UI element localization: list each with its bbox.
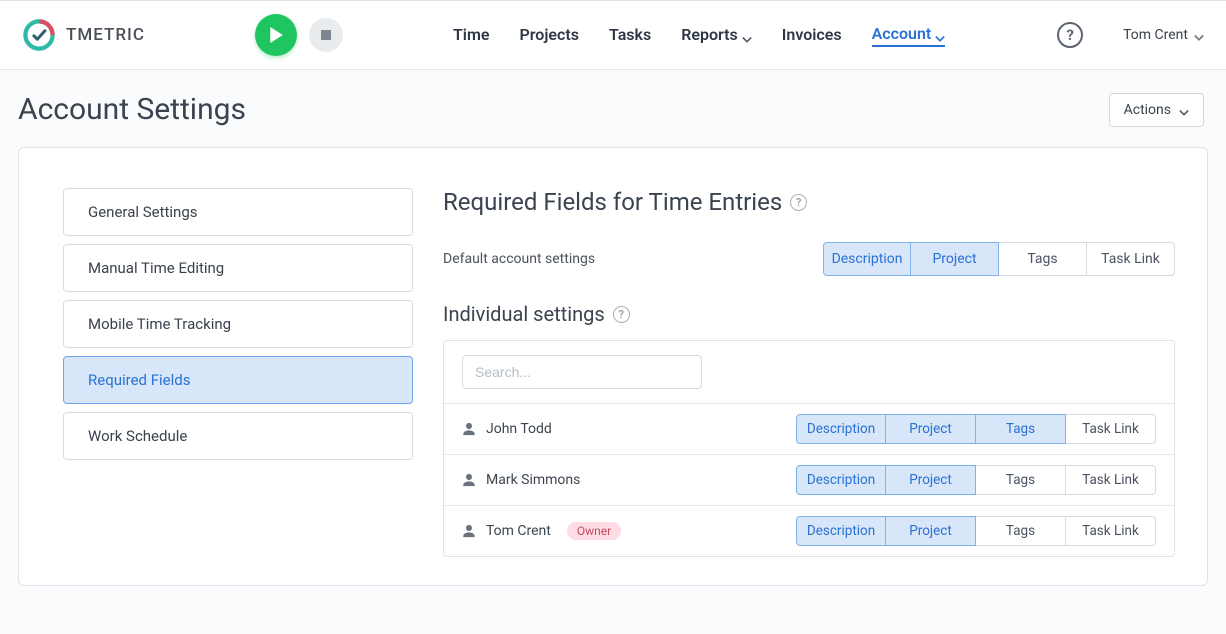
nav-time[interactable]: Time <box>453 25 490 46</box>
sidebar-item-required-fields[interactable]: Required Fields <box>63 356 413 404</box>
chevron-down-icon <box>1194 30 1204 40</box>
stop-timer-button[interactable] <box>309 18 343 52</box>
member-toggle-group: DescriptionProjectTagsTask Link <box>796 414 1156 444</box>
nav-label: Account <box>872 24 932 43</box>
member-name: John Todd <box>486 421 552 437</box>
toggle-project[interactable]: Project <box>886 516 976 546</box>
nav-label: Reports <box>681 25 738 44</box>
start-timer-button[interactable] <box>255 14 297 56</box>
stop-icon <box>321 30 331 40</box>
default-settings-label: Default account settings <box>443 251 595 267</box>
toggle-tags[interactable]: Tags <box>976 516 1066 546</box>
toggle-project[interactable]: Project <box>886 414 976 444</box>
nav-projects[interactable]: Projects <box>519 25 579 46</box>
nav-account[interactable]: Account <box>872 24 946 47</box>
play-icon <box>269 27 283 43</box>
member-toggle-group: DescriptionProjectTagsTask Link <box>796 516 1156 546</box>
sidebar-item-label: General Settings <box>88 203 198 221</box>
default-toggle-group: DescriptionProjectTagsTask Link <box>823 242 1175 276</box>
search-row <box>444 341 1174 403</box>
chevron-down-icon <box>1179 105 1189 115</box>
sidebar-item-general-settings[interactable]: General Settings <box>63 188 413 236</box>
individual-title-text: Individual settings <box>443 302 605 326</box>
member-row: John Todd DescriptionProjectTagsTask Link <box>444 403 1174 454</box>
settings-card: General Settings Manual Time Editing Mob… <box>18 147 1208 586</box>
member-user: Tom Crent Owner <box>462 522 621 540</box>
help-tooltip-icon[interactable]: ? <box>790 194 807 211</box>
page-title: Account Settings <box>18 92 246 127</box>
user-icon <box>462 524 476 538</box>
user-icon <box>462 473 476 487</box>
nav-label: Tasks <box>609 25 651 44</box>
member-user: Mark Simmons <box>462 472 580 488</box>
toggle-tasklink[interactable]: Task Link <box>1066 465 1156 495</box>
nav-tasks[interactable]: Tasks <box>609 25 651 46</box>
brand-name: TMETRIC <box>66 25 145 45</box>
nav-label: Time <box>453 25 490 44</box>
nav-reports[interactable]: Reports <box>681 25 752 46</box>
sidebar-item-work-schedule[interactable]: Work Schedule <box>63 412 413 460</box>
main-nav: Time Projects Tasks Reports Invoices Acc… <box>453 24 945 47</box>
settings-main: Required Fields for Time Entries ? Defau… <box>443 188 1175 557</box>
toggle-tags[interactable]: Tags <box>976 465 1066 495</box>
sidebar-item-label: Manual Time Editing <box>88 259 224 277</box>
member-user: John Todd <box>462 421 552 437</box>
sidebar-item-mobile-time-tracking[interactable]: Mobile Time Tracking <box>63 300 413 348</box>
brand-logo-icon <box>22 18 56 52</box>
sidebar-item-manual-time-editing[interactable]: Manual Time Editing <box>63 244 413 292</box>
toggle-description[interactable]: Description <box>796 414 886 444</box>
user-menu[interactable]: Tom Crent <box>1123 27 1204 43</box>
toggle-tasklink[interactable]: Task Link <box>1066 414 1156 444</box>
chevron-down-icon <box>742 29 752 39</box>
actions-button[interactable]: Actions <box>1109 93 1204 127</box>
sidebar-item-label: Required Fields <box>88 371 190 389</box>
member-toggle-group: DescriptionProjectTagsTask Link <box>796 465 1156 495</box>
timer-controls <box>255 14 343 56</box>
toggle-description[interactable]: Description <box>823 242 911 276</box>
toggle-project[interactable]: Project <box>886 465 976 495</box>
individual-section-title: Individual settings ? <box>443 302 1175 326</box>
individual-settings-table: John ToddDescriptionProjectTagsTask Link… <box>443 340 1175 557</box>
member-row: Mark Simmons DescriptionProjectTagsTask L… <box>444 454 1174 505</box>
sidebar-item-label: Work Schedule <box>88 427 187 445</box>
default-settings-row: Default account settings DescriptionProj… <box>443 242 1175 276</box>
user-name: Tom Crent <box>1123 27 1188 43</box>
help-icon[interactable]: ? <box>1057 22 1083 48</box>
toggle-tags[interactable]: Tags <box>976 414 1066 444</box>
toggle-tasklink[interactable]: Task Link <box>1066 516 1156 546</box>
toggle-description[interactable]: Description <box>796 516 886 546</box>
top-bar: TMETRIC Time Projects Tasks Reports Invo… <box>0 0 1226 70</box>
settings-sidebar: General Settings Manual Time Editing Mob… <box>63 188 413 557</box>
toggle-tags[interactable]: Tags <box>999 242 1087 276</box>
toggle-tasklink[interactable]: Task Link <box>1087 242 1175 276</box>
section-title: Required Fields for Time Entries ? <box>443 188 1175 216</box>
section-title-text: Required Fields for Time Entries <box>443 188 782 216</box>
page-header: Account Settings Actions <box>0 70 1226 147</box>
nav-label: Invoices <box>782 25 842 44</box>
member-row: Tom Crent Owner DescriptionProjectTagsTask… <box>444 505 1174 556</box>
nav-invoices[interactable]: Invoices <box>782 25 842 46</box>
user-icon <box>462 422 476 436</box>
member-name: Tom Crent <box>486 523 551 539</box>
member-name: Mark Simmons <box>486 472 580 488</box>
actions-label: Actions <box>1124 102 1171 118</box>
toggle-description[interactable]: Description <box>796 465 886 495</box>
sidebar-item-label: Mobile Time Tracking <box>88 315 231 333</box>
nav-label: Projects <box>519 25 579 44</box>
chevron-down-icon <box>935 28 945 38</box>
brand: TMETRIC <box>22 18 145 52</box>
search-input[interactable] <box>462 355 702 389</box>
owner-badge: Owner <box>567 522 621 540</box>
help-tooltip-icon[interactable]: ? <box>613 306 630 323</box>
toggle-project[interactable]: Project <box>911 242 999 276</box>
